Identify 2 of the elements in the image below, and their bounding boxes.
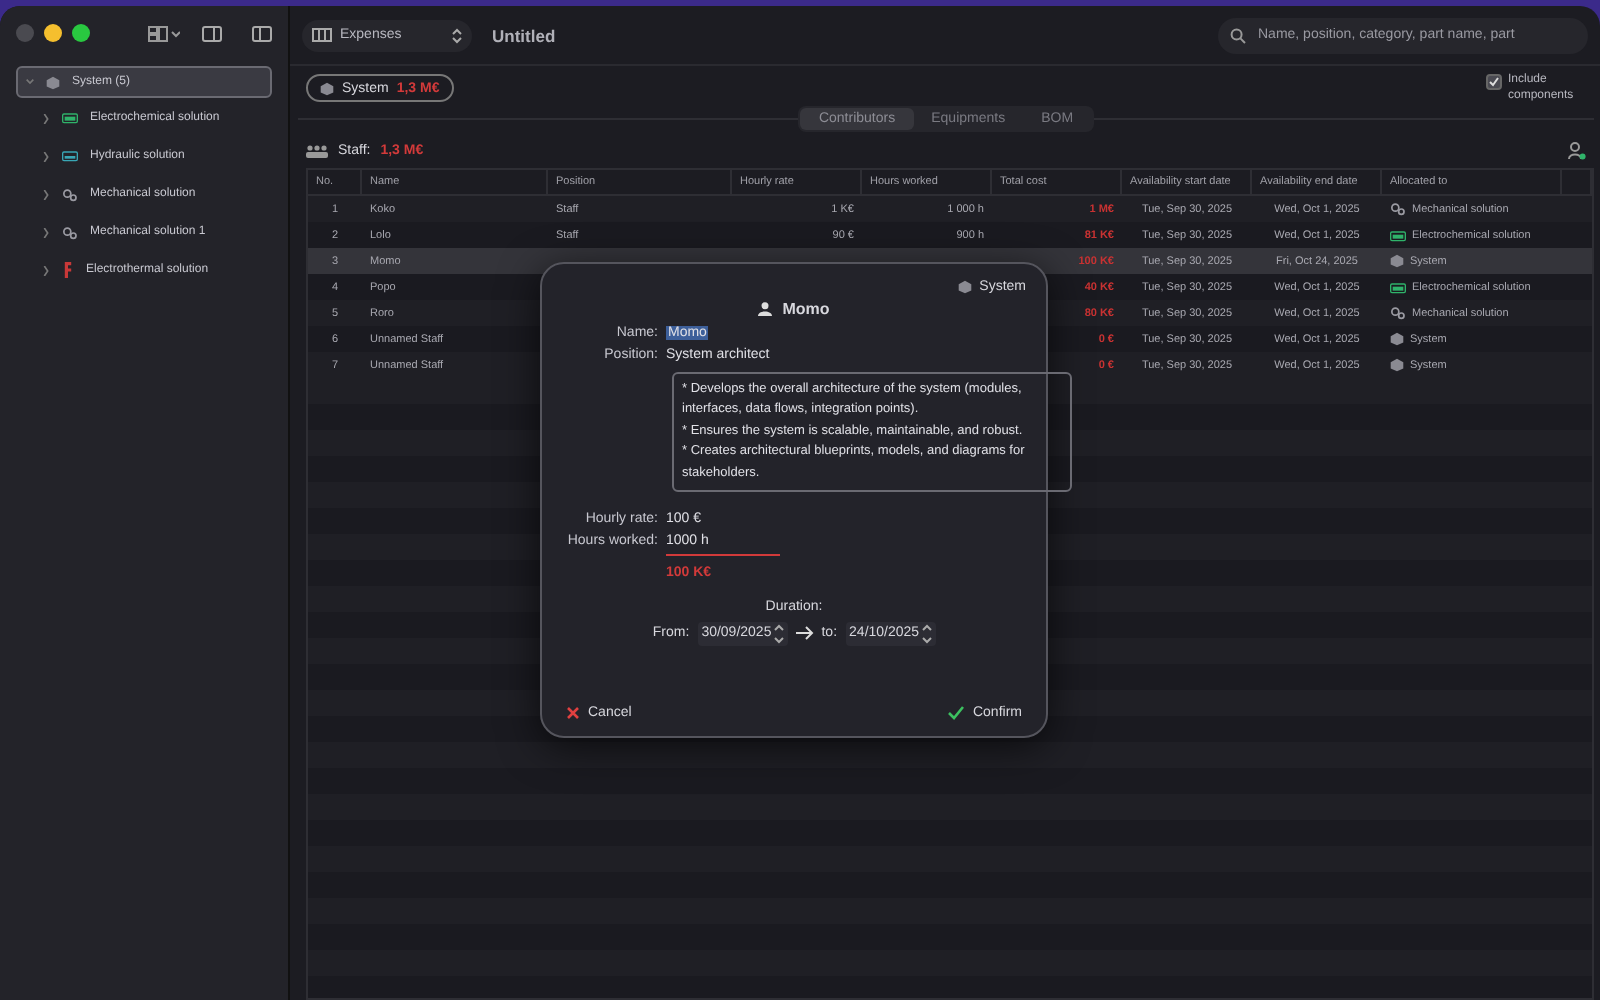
dialog-title: Momo [782,300,830,318]
document-title: Untitled [492,25,556,45]
